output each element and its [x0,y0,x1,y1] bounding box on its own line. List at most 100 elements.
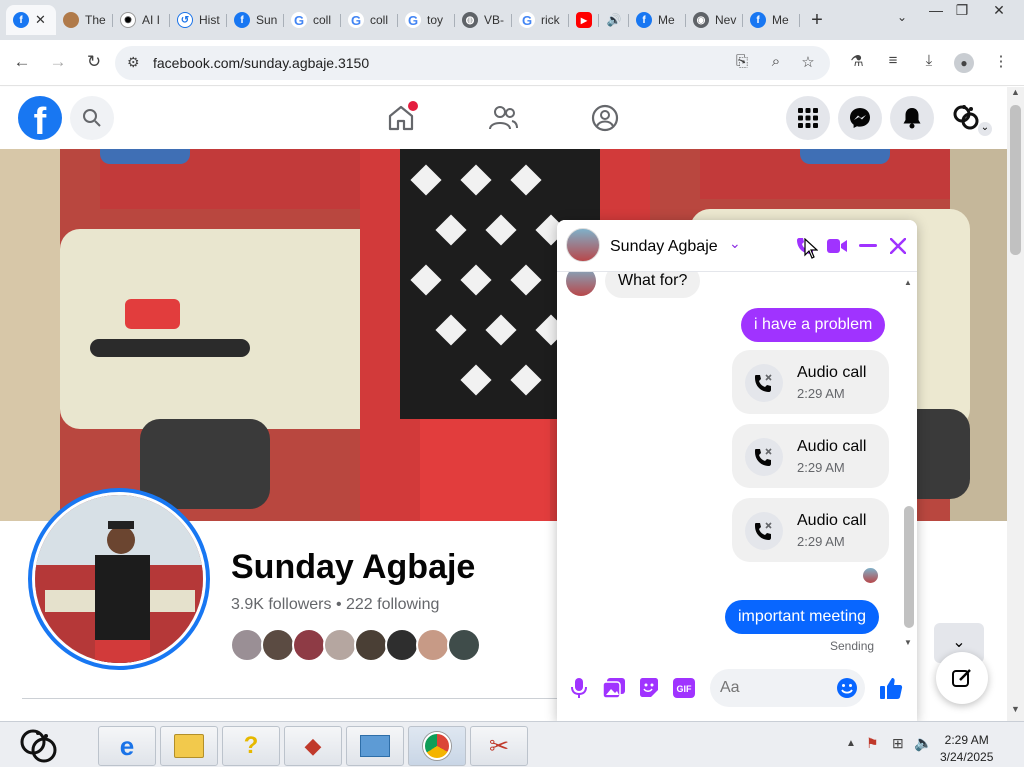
taskbar-explorer[interactable] [160,726,218,766]
messenger-button[interactable] [838,96,882,140]
chat-contact-avatar[interactable] [566,228,600,262]
friend-avatar[interactable] [416,628,450,662]
site-settings-icon[interactable]: ⚙ [127,54,140,71]
reload-button[interactable]: ↻ [82,52,106,72]
like-button[interactable] [879,676,903,700]
friend-avatar[interactable] [230,628,264,662]
labs-flask-icon[interactable]: ⚗ [846,52,868,70]
chat-scroll-thumb[interactable] [904,506,914,628]
tab-12[interactable]: 🔊 [599,5,629,35]
taskbar-help[interactable]: ? [222,726,280,766]
tray-security-icon[interactable]: ⚑ [866,735,879,752]
taskbar-clock[interactable]: 2:29 AM 3/24/2025 [940,732,993,766]
home-icon[interactable] [384,101,418,135]
friends-icon[interactable] [486,101,520,135]
notifications-button[interactable] [890,96,934,140]
account-avatar-button[interactable]: ⌄ [944,96,992,140]
call-log-item[interactable]: Audio call 2:29 AM [732,424,889,488]
chat-scrollbar[interactable]: ▲ ▼ [902,278,916,652]
back-button[interactable]: ← [10,52,34,72]
bookmark-star-icon[interactable]: ☆ [797,53,819,71]
facebook-logo-icon[interactable]: f [18,96,62,140]
account-chevron-icon[interactable]: ⌄ [978,122,992,136]
friend-avatar[interactable] [323,628,357,662]
friend-avatar[interactable] [447,628,481,662]
new-tab-button[interactable]: + [802,9,832,32]
taskbar-snipping-tool[interactable]: ✂ [470,726,528,766]
taskbar-ie[interactable]: e [98,726,156,766]
taskbar-chrome[interactable] [408,726,466,766]
tab-2[interactable]: The [56,5,113,35]
address-bar[interactable]: ⚙ facebook.com/sunday.agbaje.3150 ⎘ ⌕ ☆ [115,46,830,80]
outgoing-message[interactable]: important meeting [725,600,880,634]
microphone-button[interactable] [567,676,591,700]
close-chat-button[interactable] [886,234,910,258]
friend-avatar[interactable] [261,628,295,662]
profile-followers[interactable]: 3.9K followers • 222 following [231,596,439,614]
tab-10[interactable]: Grick [512,5,569,35]
tab-search-chevron-icon[interactable]: ⌄ [888,10,916,24]
chat-contact-name[interactable]: Sunday Agbaje [610,238,718,256]
taskbar-app-red[interactable]: ◆ [284,726,342,766]
menu-grid-button[interactable] [786,96,830,140]
call-log-item[interactable]: Audio call 2:29 AM [732,350,889,414]
tab-3[interactable]: ✺ AI I [113,5,170,35]
scroll-up-arrow-icon[interactable]: ▲ [1007,87,1024,101]
minimize-chat-button[interactable] [856,234,880,258]
internet-explorer-icon: e [119,730,135,761]
tray-network-icon[interactable]: ⊞ [892,735,904,752]
chevron-down-icon[interactable]: ⌄ [729,235,741,252]
menu-kebab-icon[interactable]: ⋮ [990,52,1012,70]
new-message-button[interactable] [936,652,988,704]
profile-avatar-icon[interactable]: ● [954,53,974,73]
chrome-icon: ◉ [693,12,709,28]
forward-button[interactable]: → [46,52,70,72]
search-button[interactable] [70,96,114,140]
tab-4[interactable]: ↺ Hist [170,5,227,35]
tab-15[interactable]: f Me [743,5,800,35]
scroll-down-arrow-icon[interactable]: ▼ [1007,704,1024,718]
taskbar-control-panel[interactable] [346,726,404,766]
tab-11[interactable]: ▶ [569,5,599,35]
call-log-item[interactable]: Audio call 2:29 AM [732,498,889,562]
scroll-thumb[interactable] [1010,105,1021,255]
zoom-icon[interactable]: ⌕ [765,53,787,70]
tab-13[interactable]: f Me [629,5,686,35]
window-close-button[interactable]: ✕ [985,2,1013,19]
tray-expand-icon[interactable]: ▲ [846,738,856,749]
friend-avatar[interactable] [385,628,419,662]
sticker-button[interactable] [637,676,661,700]
incoming-message[interactable]: What for? [605,272,701,298]
minimize-button[interactable]: — [922,2,950,18]
scroll-down-arrow-icon[interactable]: ▼ [904,638,912,647]
tab-5[interactable]: f Sun [227,5,284,35]
chat-messages[interactable]: What for? i have a problem Audio call 2:… [557,272,902,654]
emoji-button[interactable] [835,676,859,700]
scroll-up-arrow-icon[interactable]: ▲ [904,278,912,287]
outgoing-message[interactable]: i have a problem [741,308,886,342]
attach-photo-button[interactable] [602,676,626,700]
page-scrollbar[interactable]: ▲ ▼ [1007,87,1024,721]
tab-14[interactable]: ◉ Nev [686,5,743,35]
restore-button[interactable]: ❐ [948,2,976,19]
friend-avatar[interactable] [292,628,326,662]
close-icon[interactable]: ✕ [35,12,46,28]
groups-profile-icon[interactable] [588,101,622,135]
gif-button[interactable]: GIF [672,676,696,700]
start-button[interactable] [16,724,66,768]
tab-facebook-active[interactable]: f ✕ [6,5,56,35]
tab-9[interactable]: ◍ VB- [455,5,512,35]
tab-7[interactable]: Gcoll [341,5,398,35]
tab-6[interactable]: Gcoll [284,5,341,35]
tray-volume-icon[interactable]: 🔈 [914,734,933,752]
media-playlist-icon[interactable]: ≡ [882,52,904,69]
video-camera-icon [827,239,847,253]
bell-icon [903,108,921,129]
message-sender-avatar[interactable] [566,272,596,296]
friend-avatar[interactable] [354,628,388,662]
tab-8[interactable]: Gtoy [398,5,455,35]
download-icon[interactable]: ⤓ [918,52,940,69]
video-call-button[interactable] [825,234,849,258]
profile-picture[interactable] [28,488,210,670]
install-app-icon[interactable]: ⎘ [731,53,753,70]
